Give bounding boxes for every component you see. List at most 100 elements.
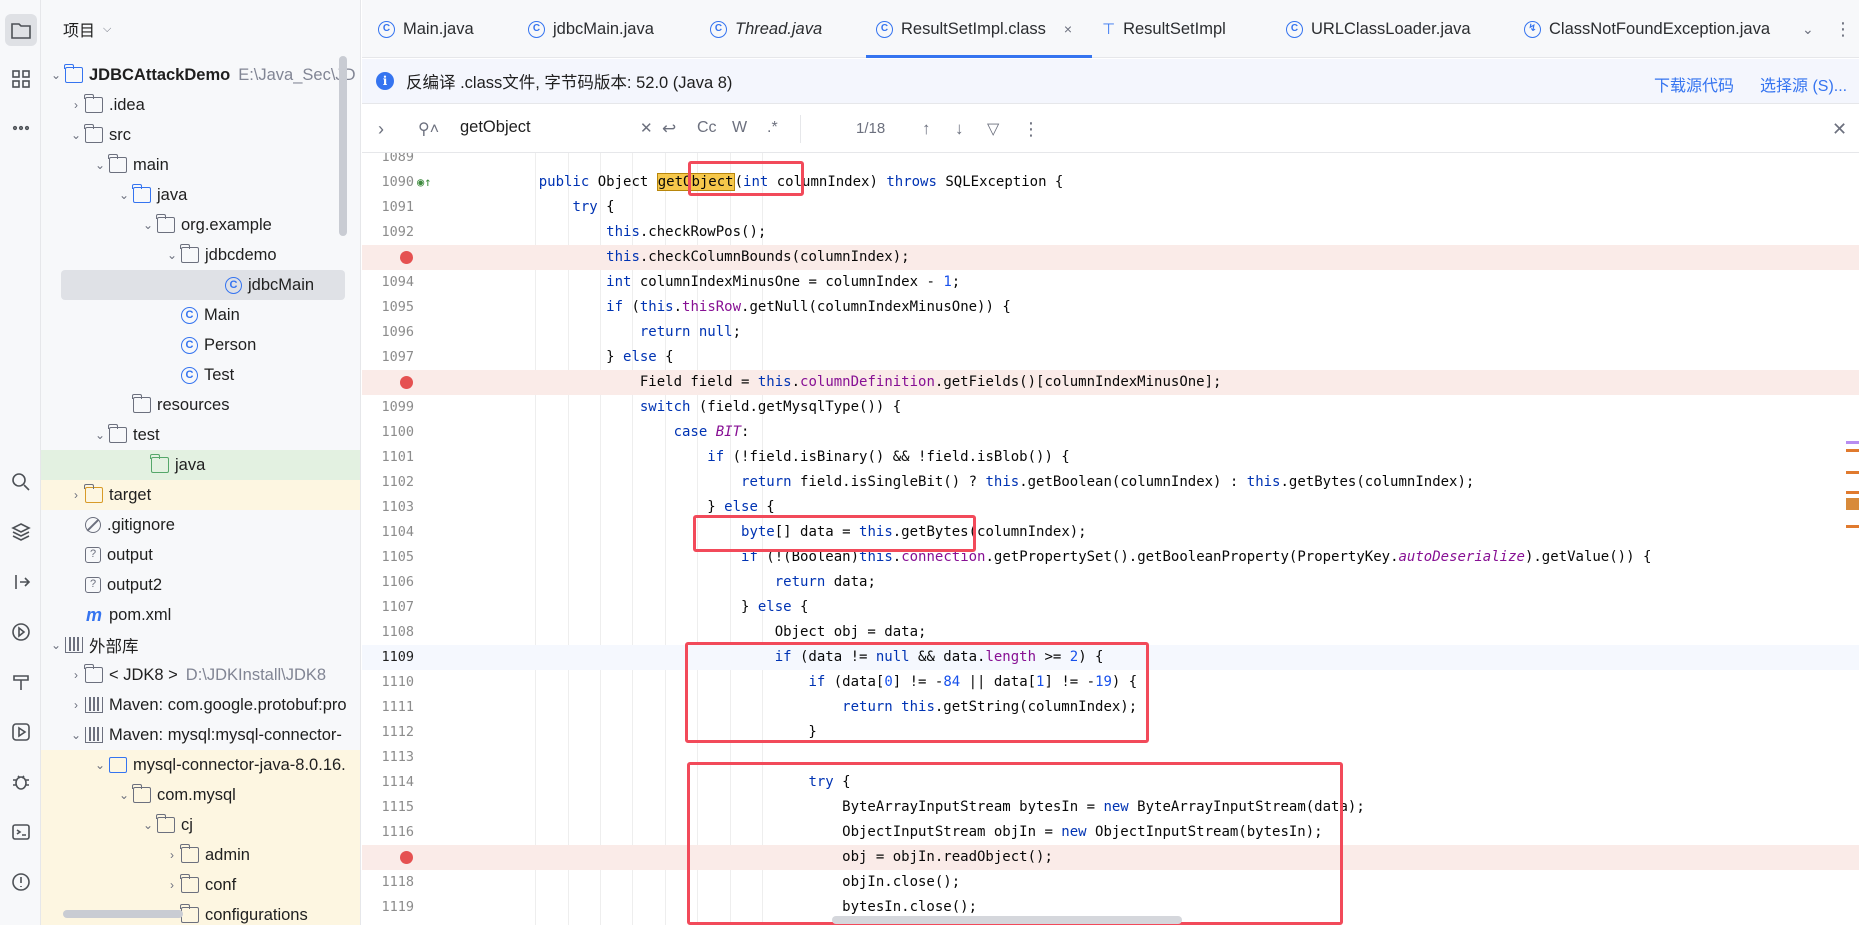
code-line[interactable]: 1092 this.checkRowPos();	[362, 220, 1859, 245]
tab-classnotfoundexception-java[interactable]: ↯ ClassNotFoundException.java	[1524, 0, 1770, 58]
tree-item-project-root[interactable]: ⌄ JDBCAttackDemo E:\Java_Sec\JD	[41, 60, 360, 90]
breakpoint-icon[interactable]	[400, 851, 413, 864]
stripe-mark[interactable]	[1846, 441, 1859, 444]
commit-tool-button[interactable]	[5, 566, 37, 598]
tree-item-external-libraries[interactable]: ⌄ 外部库	[41, 630, 360, 660]
breakpoint-icon[interactable]	[400, 251, 413, 264]
stripe-mark[interactable]	[1846, 471, 1859, 474]
search-input[interactable]: getObject	[460, 118, 531, 137]
tree-item-mysql-jar[interactable]: ⌄ mysql-connector-java-8.0.16.	[41, 750, 360, 780]
line-number[interactable]: 1097	[362, 345, 414, 370]
next-match-icon[interactable]: ↓	[955, 119, 964, 139]
stripe-mark[interactable]	[1846, 449, 1859, 452]
code-line[interactable]: 1106 return data;	[362, 570, 1859, 595]
line-number[interactable]: 1090	[362, 170, 414, 195]
line-number[interactable]: 1119	[362, 895, 414, 920]
tree-item-admin[interactable]: › admin	[41, 840, 360, 870]
line-number[interactable]: 1109	[362, 645, 414, 670]
previous-match-icon[interactable]: ↑	[922, 119, 931, 139]
line-number[interactable]: 1096	[362, 320, 414, 345]
more-vertical-icon[interactable]: ⋮	[1022, 119, 1040, 140]
code-line[interactable]: 1105 if (!(Boolean)this.connection.getPr…	[362, 545, 1859, 570]
code-editor[interactable]: 1089 1090 ◉↑ public Object getObject(int c…	[362, 153, 1859, 925]
tree-item-idea[interactable]: › .idea	[41, 90, 360, 120]
structure-tool-button[interactable]	[5, 63, 37, 95]
tab-urlclassloader-java[interactable]: C URLClassLoader.java	[1286, 0, 1471, 58]
tree-item-com-mysql[interactable]: ⌄ com.mysql	[41, 780, 360, 810]
tree-item-resources[interactable]: resources	[41, 390, 360, 420]
match-case-toggle[interactable]: Cc	[697, 119, 717, 137]
tree-item-org-example[interactable]: ⌄ org.example	[41, 210, 360, 240]
tree-item-person[interactable]: C Person	[41, 330, 360, 360]
implements-gutter-icon[interactable]: ◉↑	[417, 175, 433, 191]
run-tool-button[interactable]	[5, 716, 37, 748]
project-panel-header[interactable]: 项目 ⌵	[41, 0, 360, 58]
line-number[interactable]: 1106	[362, 570, 414, 595]
tab-main-java[interactable]: C Main.java	[378, 0, 474, 58]
line-number[interactable]: 1110	[362, 670, 414, 695]
code-line[interactable]: 1090 ◉↑ public Object getObject(int colum…	[362, 170, 1859, 195]
close-icon[interactable]: ×	[1064, 21, 1072, 37]
tree-item-output[interactable]: ? output	[41, 540, 360, 570]
build-tool-button[interactable]	[5, 666, 37, 698]
line-number[interactable]: 1107	[362, 595, 414, 620]
project-scrollbar[interactable]	[339, 56, 347, 236]
whole-words-toggle[interactable]: W	[732, 119, 747, 137]
line-number[interactable]: 1108	[362, 620, 414, 645]
stripe-mark[interactable]	[1846, 498, 1859, 510]
code-line[interactable]: 1102 return field.isSingleBit() ? this.g…	[362, 470, 1859, 495]
project-tool-button[interactable]	[5, 14, 37, 46]
editor-hscrollbar[interactable]	[832, 916, 1182, 924]
line-number[interactable]: 1100	[362, 420, 414, 445]
code-line[interactable]: 1097 } else {	[362, 345, 1859, 370]
code-line[interactable]: 1101 if (!field.isBinary() && !field.isB…	[362, 445, 1859, 470]
code-line[interactable]: 1100 case BIT:	[362, 420, 1859, 445]
filter-icon[interactable]: ▽	[987, 119, 999, 139]
tree-item-main[interactable]: ⌄ main	[41, 150, 360, 180]
debug-tool-button[interactable]	[5, 766, 37, 798]
line-number[interactable]: 1114	[362, 770, 414, 795]
line-number[interactable]: 1092	[362, 220, 414, 245]
tree-item-conf[interactable]: › conf	[41, 870, 360, 900]
choose-sources-link[interactable]: 选择源 (S)...	[1760, 72, 1847, 96]
code-line[interactable]: 1094 int columnIndexMinusOne = columnInd…	[362, 270, 1859, 295]
code-line[interactable]: 1103 } else {	[362, 495, 1859, 520]
tab-options-button[interactable]: ⋮	[1834, 0, 1852, 58]
close-find-icon[interactable]: ✕	[1832, 119, 1847, 140]
line-number[interactable]: 1112	[362, 720, 414, 745]
line-number[interactable]: 1102	[362, 470, 414, 495]
line-number[interactable]: 1095	[362, 295, 414, 320]
tree-item-test[interactable]: ⌄ test	[41, 420, 360, 450]
tree-item-pom[interactable]: m pom.xml	[41, 600, 360, 630]
tree-item-cj[interactable]: ⌄ cj	[41, 810, 360, 840]
regex-toggle[interactable]: .*	[767, 119, 778, 137]
terminal-tool-button[interactable]	[5, 816, 37, 848]
more-tools-button[interactable]	[5, 112, 37, 144]
tree-item-test-class[interactable]: C Test	[41, 360, 360, 390]
code-line[interactable]: 1089	[362, 153, 1859, 170]
code-line[interactable]: Field field = this.columnDefinition.getF…	[362, 370, 1859, 395]
code-line[interactable]: 1099 switch (field.getMysqlType()) {	[362, 395, 1859, 420]
download-sources-link[interactable]: 下载源代码	[1654, 72, 1734, 96]
tree-item-gitignore[interactable]: .gitignore	[41, 510, 360, 540]
layers-tool-button[interactable]	[5, 516, 37, 548]
code-line[interactable]: 1104 byte[] data = this.getBytes(columnI…	[362, 520, 1859, 545]
line-number[interactable]: 1105	[362, 545, 414, 570]
code-line[interactable]: 1107 } else {	[362, 595, 1859, 620]
code-line[interactable]: 1096 return null;	[362, 320, 1859, 345]
search-history-icon[interactable]: ⚲˄	[418, 119, 439, 139]
line-number[interactable]: 1094	[362, 270, 414, 295]
line-number[interactable]: 1089	[362, 153, 414, 170]
tree-item-maven-mysql[interactable]: ⌄ Maven: mysql:mysql-connector-	[41, 720, 360, 750]
line-number[interactable]: 1115	[362, 795, 414, 820]
line-number[interactable]: 1103	[362, 495, 414, 520]
line-number[interactable]: 1113	[362, 745, 414, 770]
line-number[interactable]: 1104	[362, 520, 414, 545]
tree-item-output2[interactable]: ? output2	[41, 570, 360, 600]
line-number[interactable]: 1099	[362, 395, 414, 420]
code-line[interactable]: this.checkColumnBounds(columnIndex);	[362, 245, 1859, 270]
tree-item-jdk8[interactable]: › < JDK8 > D:\JDKInstall\JDK8	[41, 660, 360, 690]
tab-jdbcmain-java[interactable]: C jdbcMain.java	[528, 0, 654, 58]
tab-resultsetimpl-structure[interactable]: ⊤ ResultSetImpl	[1102, 0, 1226, 58]
expand-replace-icon[interactable]: ›	[378, 119, 384, 140]
